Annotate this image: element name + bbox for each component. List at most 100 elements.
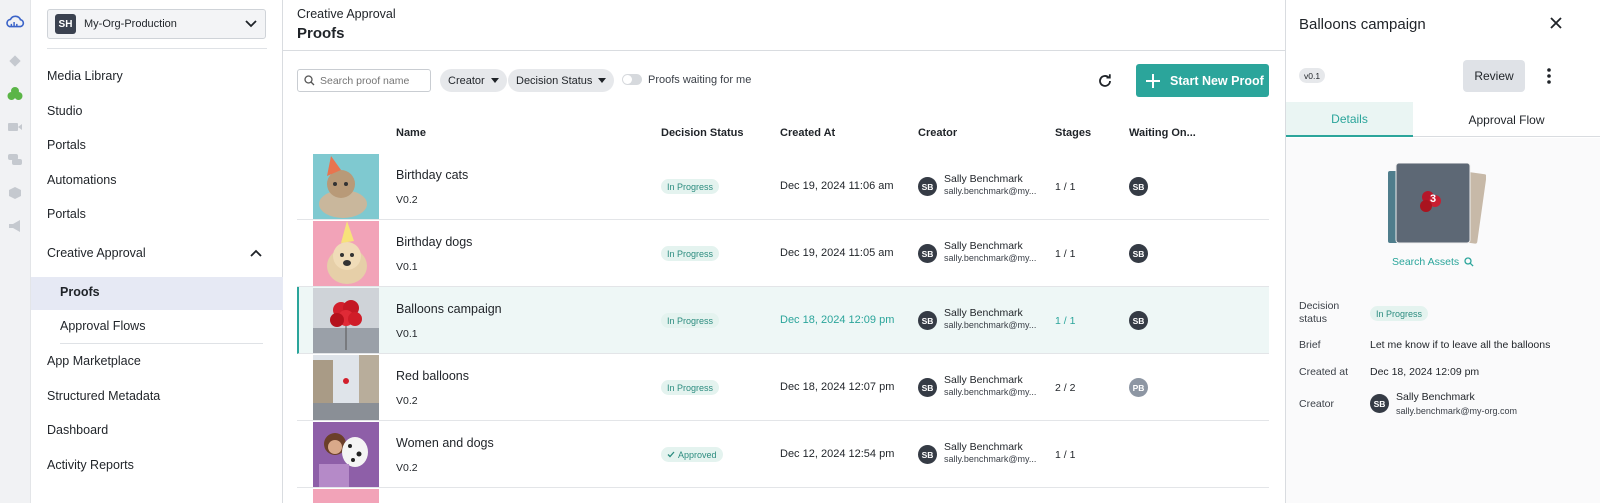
- asset-stack[interactable]: 3: [1386, 162, 1487, 249]
- version-badge: v0.1: [1299, 68, 1326, 83]
- decision-status-filter[interactable]: Decision Status: [508, 69, 615, 92]
- search-input[interactable]: [320, 74, 425, 87]
- waiting-on-avatar[interactable]: SB: [1129, 244, 1148, 263]
- chevron-up-icon[interactable]: [250, 249, 262, 257]
- sidebar-item-creative-approval[interactable]: Creative Approval: [47, 246, 146, 260]
- created-at: Dec 19, 2024 11:06 am: [780, 180, 894, 192]
- column-header-creator[interactable]: Creator: [918, 127, 957, 139]
- org-name: My-Org-Production: [84, 18, 177, 30]
- proof-name[interactable]: Birthday dogs: [396, 235, 472, 249]
- status-badge-label: In Progress: [667, 181, 714, 192]
- avatar: SB: [918, 177, 937, 196]
- page-title: Proofs: [297, 25, 345, 42]
- video-icon[interactable]: [5, 117, 25, 137]
- tab-details[interactable]: Details: [1286, 102, 1413, 137]
- plus-icon: [1146, 73, 1160, 88]
- proof-name[interactable]: Balloons campaign: [396, 302, 502, 316]
- column-header-waiting-on[interactable]: Waiting On...: [1129, 127, 1196, 139]
- creator-email: sally.benchmark@my...: [944, 253, 1037, 263]
- column-header-created-at[interactable]: Created At: [780, 127, 835, 139]
- creator-email: sally.benchmark@my...: [944, 454, 1037, 464]
- sidebar-item-portals[interactable]: Portals: [47, 138, 86, 152]
- megaphone-icon[interactable]: [5, 216, 25, 236]
- waiting-on-avatar[interactable]: SB: [1129, 311, 1148, 330]
- search-icon: [304, 75, 315, 86]
- diamond-icon[interactable]: [5, 51, 25, 71]
- creator-name: Sally Benchmark: [944, 173, 1023, 185]
- brief-label: Brief: [1299, 339, 1321, 351]
- column-header-decision-status[interactable]: Decision Status: [661, 127, 744, 139]
- chat-icon[interactable]: [5, 150, 25, 170]
- table-row[interactable]: Birthday dogs V0.1 In Progress Dec 19, 2…: [297, 220, 1269, 287]
- sidebar-item-app-marketplace[interactable]: App Marketplace: [47, 354, 141, 368]
- tab-approval-flow[interactable]: Approval Flow: [1413, 102, 1600, 137]
- sidebar-item-media-library[interactable]: Media Library: [47, 69, 123, 83]
- column-header-name[interactable]: Name: [396, 127, 426, 139]
- column-header-stages[interactable]: Stages: [1055, 127, 1091, 139]
- proof-thumbnail: [313, 422, 379, 487]
- stages: 1 / 1: [1055, 181, 1076, 193]
- table-row[interactable]: Birthday cats V0.2 In Progress Dec 19, 2…: [297, 153, 1269, 220]
- avatar: SB: [918, 244, 937, 263]
- status-badge-label: In Progress: [667, 248, 714, 259]
- table-row[interactable]: Red balloons V0.2 In Progress Dec 18, 20…: [297, 354, 1269, 421]
- status-badge-label: Approved: [678, 449, 717, 460]
- avatar: SB: [918, 311, 937, 330]
- created-at: Dec 12, 2024 12:54 pm: [780, 448, 895, 460]
- created-at: Dec 18, 2024 12:07 pm: [780, 381, 895, 393]
- table-row[interactable]: [297, 488, 1269, 503]
- status-badge: In Progress: [661, 380, 720, 395]
- org-avatar: SH: [55, 14, 76, 34]
- cube-icon[interactable]: [5, 183, 25, 203]
- status-badge: In Progress: [661, 179, 720, 194]
- divider: [47, 48, 267, 49]
- proof-thumbnail: [313, 355, 379, 420]
- search-assets-link[interactable]: Search Assets: [1392, 256, 1474, 268]
- sidebar-item-structured-metadata[interactable]: Structured Metadata: [47, 389, 160, 403]
- waiting-toggle[interactable]: [622, 74, 642, 85]
- proof-name[interactable]: Birthday cats: [396, 168, 468, 182]
- proof-name[interactable]: Women and dogs: [396, 436, 494, 450]
- sidebar-item-automations[interactable]: Automations: [47, 173, 116, 187]
- table-row[interactable]: Women and dogs V0.2 Approved Dec 12, 202…: [297, 421, 1269, 488]
- sidebar-item-portals-2[interactable]: Portals: [47, 207, 86, 221]
- sidebar-item-dashboard[interactable]: Dashboard: [47, 423, 108, 437]
- review-button[interactable]: Review: [1463, 60, 1525, 92]
- waiting-toggle-label: Proofs waiting for me: [648, 74, 752, 86]
- breadcrumb[interactable]: Creative Approval: [297, 7, 396, 21]
- proof-thumbnail: [313, 221, 379, 286]
- proof-version: V0.1: [396, 328, 418, 340]
- waiting-on-avatar[interactable]: SB: [1129, 177, 1148, 196]
- org-switcher[interactable]: SH My-Org-Production: [47, 9, 266, 39]
- stages: 1 / 1: [1055, 449, 1076, 461]
- clover-icon[interactable]: [5, 84, 25, 104]
- table-row-selected[interactable]: Balloons campaign V0.1 In Progress Dec 1…: [297, 287, 1269, 354]
- sidebar-item-proofs[interactable]: Proofs: [60, 285, 100, 299]
- proof-thumbnail: [313, 288, 379, 353]
- avatar: SB: [918, 445, 937, 464]
- brief-value: Let me know if to leave all the balloons: [1370, 339, 1551, 351]
- creator-name: Sally Benchmark: [1396, 391, 1475, 403]
- start-new-proof-button[interactable]: Start New Proof: [1136, 64, 1269, 97]
- sidebar-item-approval-flows[interactable]: Approval Flows: [60, 319, 145, 333]
- main-content: Creative Approval Proofs Creator Decisio…: [283, 0, 1286, 503]
- proof-thumbnail: [313, 489, 379, 503]
- creator-email: sally.benchmark@my...: [944, 320, 1037, 330]
- decision-status-label: Decision status: [1299, 300, 1340, 325]
- more-options-icon[interactable]: [1543, 66, 1555, 86]
- creator-label: Creator: [1299, 398, 1335, 410]
- app-root: SH My-Org-Production Media Library Studi…: [0, 0, 1600, 503]
- proof-name[interactable]: Red balloons: [396, 369, 469, 383]
- search-box[interactable]: [297, 69, 431, 92]
- status-badge: In Progress: [661, 246, 720, 261]
- waiting-on-avatar[interactable]: PB: [1129, 378, 1148, 397]
- created-at-value: Dec 18, 2024 12:09 pm: [1370, 366, 1480, 378]
- creator-filter[interactable]: Creator: [440, 69, 507, 92]
- refresh-icon[interactable]: [1094, 70, 1116, 92]
- sidebar-item-studio[interactable]: Studio: [47, 104, 82, 118]
- cloud-logo-icon[interactable]: [5, 12, 25, 32]
- creator-email: sally.benchmark@my...: [944, 186, 1037, 196]
- status-badge: In Progress: [661, 313, 720, 328]
- sidebar-item-activity-reports[interactable]: Activity Reports: [47, 458, 134, 472]
- close-icon[interactable]: [1547, 14, 1565, 32]
